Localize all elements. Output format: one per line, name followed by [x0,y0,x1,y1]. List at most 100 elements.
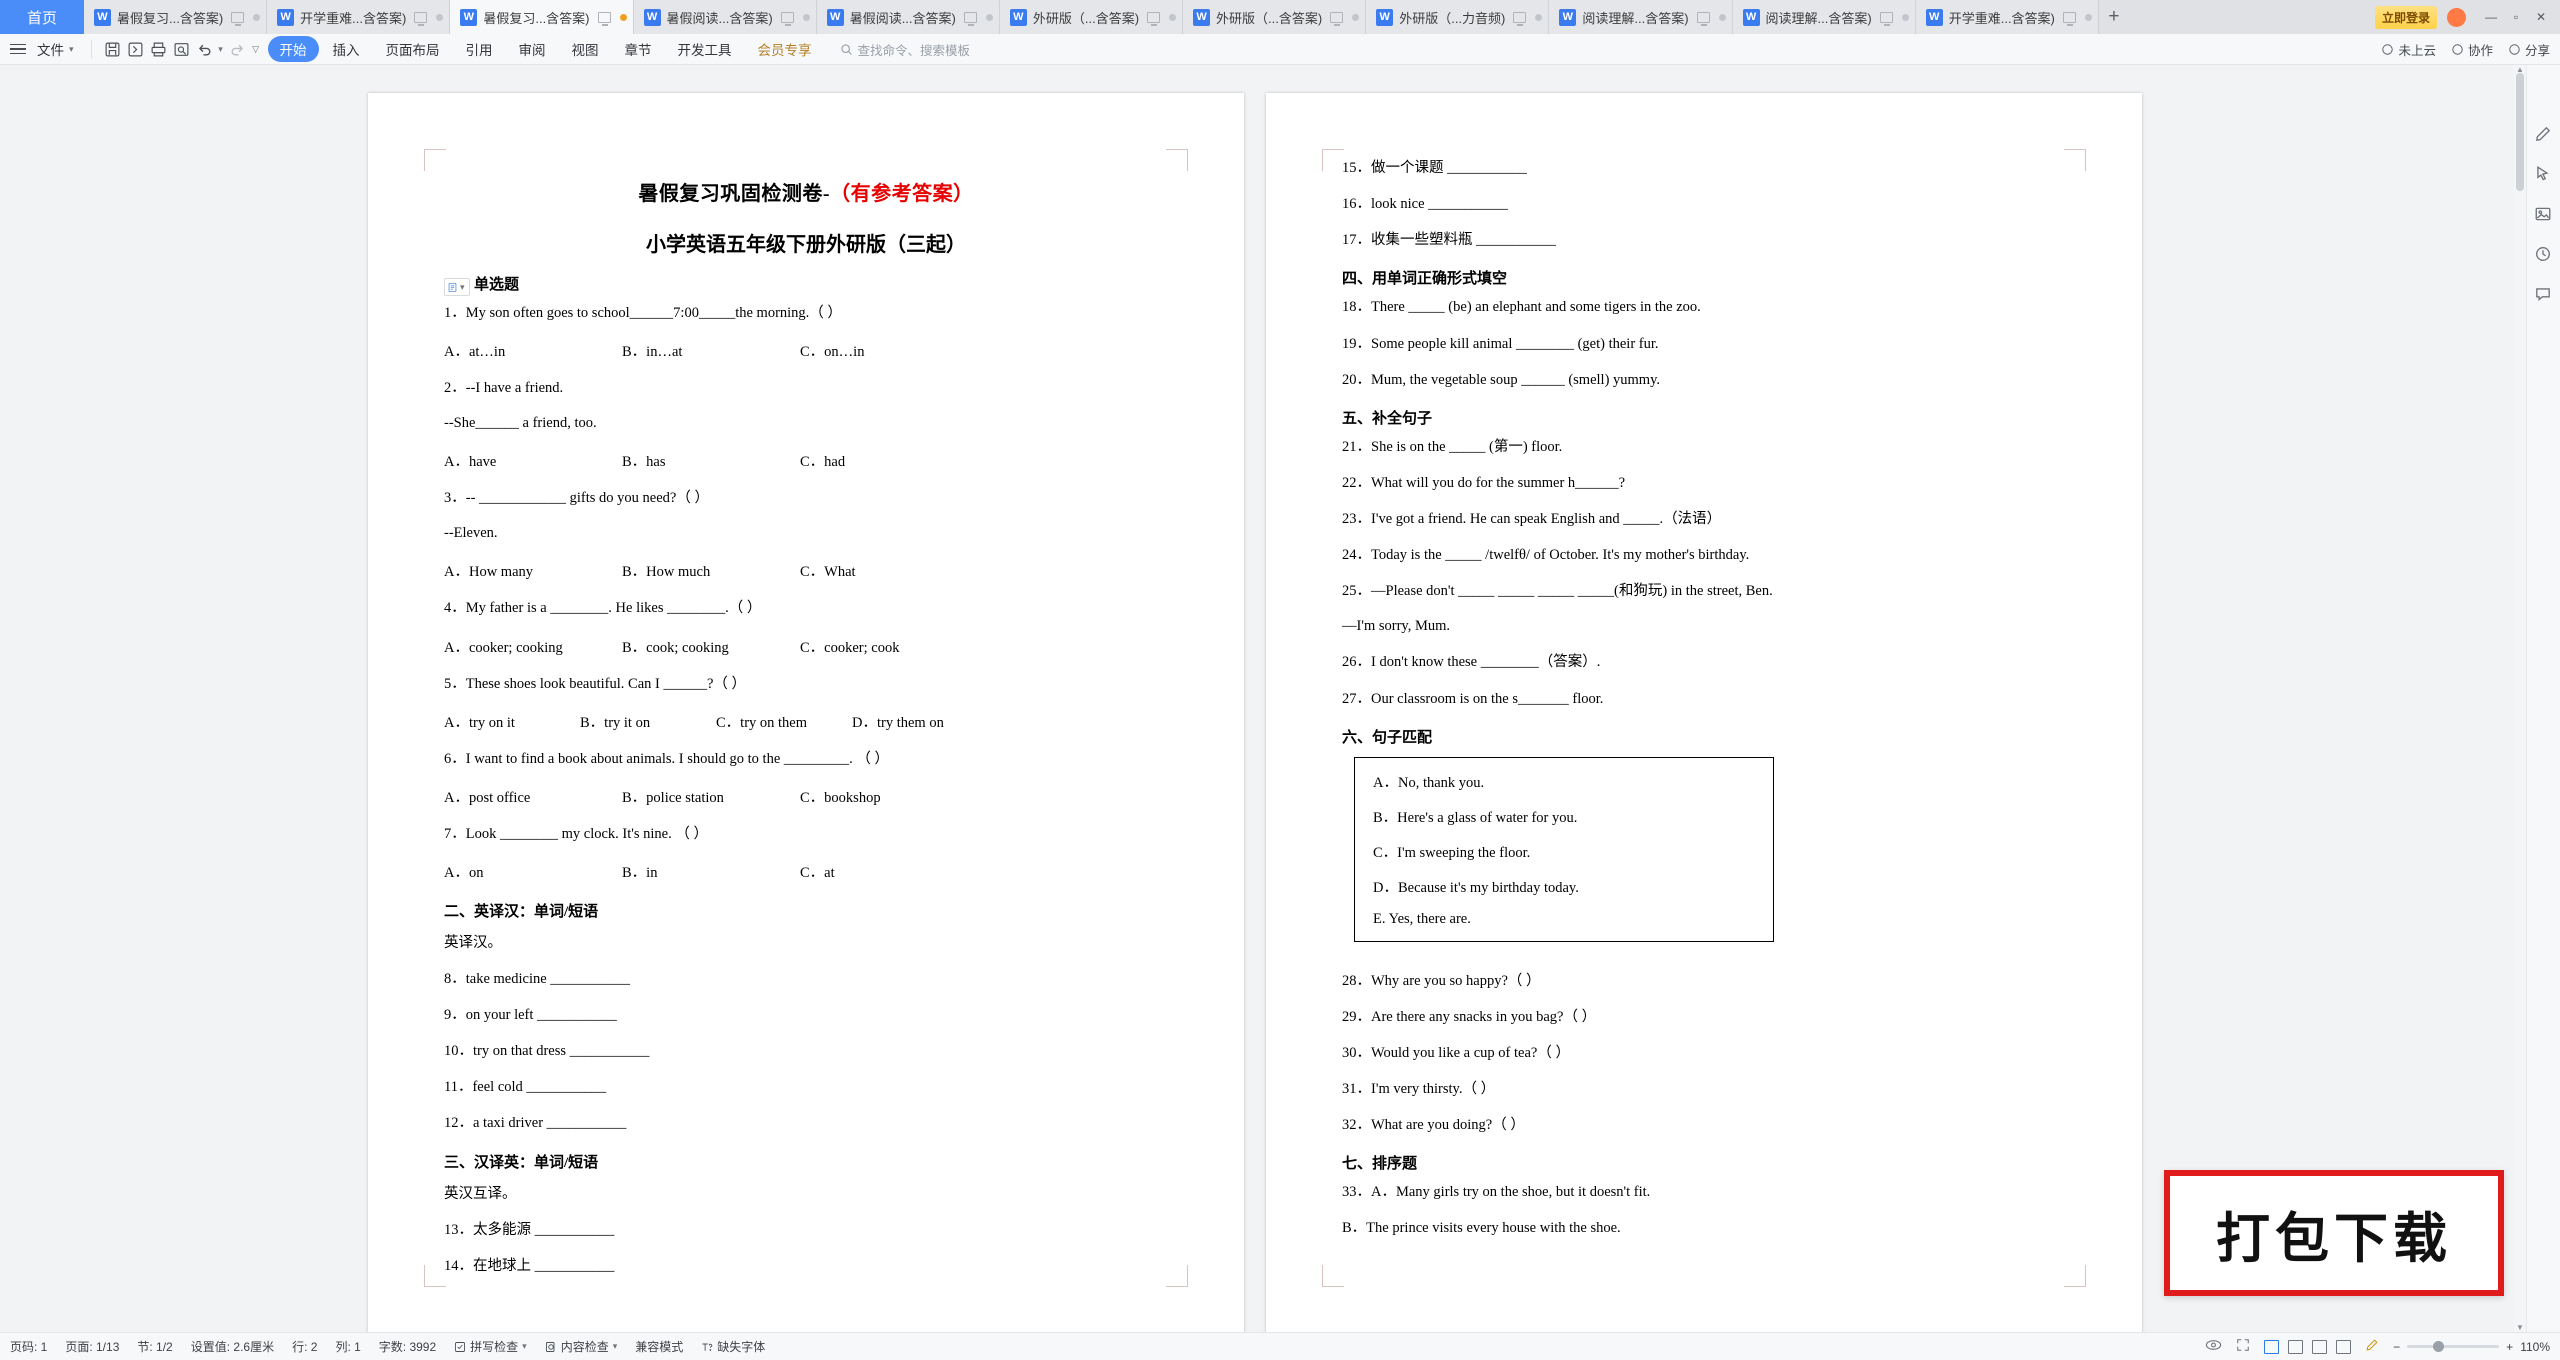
monitor-icon[interactable] [963,11,977,26]
home-tab[interactable]: 首页 [0,0,84,34]
content-check-toggle[interactable]: 内容检查 ▾ [545,1338,617,1355]
redo-icon[interactable] [226,38,249,61]
document-tab-3[interactable]: W 暑假阅读...含答案) [633,0,817,34]
answer-options: A．post office B．police station C．bookshop [444,786,1170,807]
document-tab-10[interactable]: W 开学重难...含答案) [1915,0,2099,34]
monitor-icon[interactable] [597,11,611,26]
right-tool-rail [2526,65,2560,1332]
ribbon-action-2[interactable]: 分享 [2508,40,2550,59]
file-menu-button[interactable]: 文件 ▾ [10,39,82,59]
missing-font-label: 缺失字体 [717,1340,766,1354]
tab-close-dot-icon[interactable] [1169,13,1177,21]
view-two-page-icon[interactable] [2288,1339,2304,1354]
save-icon[interactable] [101,38,124,61]
edit-pen-icon[interactable] [2534,125,2553,144]
print-icon[interactable] [147,38,170,61]
zoom-out-button[interactable]: − [2393,1340,2400,1354]
page-2[interactable]: 15．做一个课题 ___________ 16．look nice _______… [1266,93,2142,1332]
ribbon-tab-2[interactable]: 页面布局 [374,36,452,62]
search-input[interactable]: 查找命令、搜索模板 [840,40,971,59]
scrollbar-thumb[interactable] [2516,73,2524,191]
new-tab-button[interactable]: + [2099,0,2129,34]
view-outline-icon[interactable] [2336,1339,2352,1354]
tab-close-dot-icon[interactable] [1718,13,1726,21]
zoom-slider-track[interactable] [2407,1341,2500,1352]
tab-close-dot-icon[interactable] [802,13,810,21]
scroll-up-button[interactable]: ▲ [2514,65,2526,74]
question-line: 12．a taxi driver ___________ [444,1115,627,1132]
document-tab-7[interactable]: W 外研版（...力音频) [1366,0,1550,34]
tab-close-dot-icon[interactable] [1352,13,1360,21]
monitor-icon[interactable] [414,11,428,26]
document-tab-8[interactable]: W 阅读理解...含答案) [1549,0,1733,34]
minimize-icon[interactable]: — [2480,6,2502,28]
ribbon-tab-3[interactable]: 引用 [454,36,505,62]
document-tab-6[interactable]: W 外研版（...含答案) [1183,0,1367,34]
close-icon[interactable]: ✕ [2530,6,2552,28]
spellcheck-toggle[interactable]: 拼写检查 ▾ [454,1338,527,1355]
ribbon-tab-0[interactable]: 开始 [267,36,319,62]
comment-icon[interactable] [2534,285,2553,304]
tab-close-dot-icon[interactable] [1901,13,1909,21]
undo-icon[interactable] [193,38,216,61]
missing-font-button[interactable]: 缺失字体 [701,1338,765,1355]
monitor-icon[interactable] [780,11,794,26]
document-canvas[interactable]: 暑假复习巩固检测卷-（有参考答案） 小学英语五年级下册外研版（三起） 一、单选题… [0,65,2560,1332]
ink-pen-icon[interactable] [2365,1338,2379,1355]
login-button[interactable]: 立即登录 [2374,5,2437,29]
ribbon-tab-1[interactable]: 插入 [321,36,372,62]
ribbon-tab-8[interactable]: 会员专享 [746,36,824,62]
customize-quick-access-icon[interactable]: ▽ [249,38,263,61]
view-print-layout-icon[interactable] [2264,1339,2280,1354]
monitor-icon[interactable] [1879,11,1893,26]
vertical-scrollbar[interactable] [2514,65,2526,1332]
cursor-select-icon[interactable] [2534,165,2553,184]
menu-icon [10,43,26,55]
section-heading: 六、句子匹配 [1342,729,1433,746]
print-preview-icon[interactable] [170,38,193,61]
tab-close-dot-icon[interactable] [1535,13,1543,21]
page-1[interactable]: 暑假复习巩固检测卷-（有参考答案） 小学英语五年级下册外研版（三起） 一、单选题… [368,93,1244,1332]
document-tab-0[interactable]: W 暑假复习...含答案) [84,0,268,34]
ribbon-action-0[interactable]: 未上云 [2381,40,2436,59]
zoom-control[interactable]: − + 110% [2393,1340,2550,1354]
ribbon-tab-5[interactable]: 视图 [560,36,611,62]
ribbon-tab-6[interactable]: 章节 [613,36,664,62]
tab-close-dot-icon[interactable] [2084,13,2092,21]
ribbon-action-1[interactable]: 协作 [2451,40,2493,59]
save-as-icon[interactable] [124,38,147,61]
question-line: 15．做一个课题 ___________ [1342,160,1527,176]
view-web-layout-icon[interactable] [2312,1339,2328,1354]
avatar[interactable] [2447,7,2466,27]
ribbon-tab-4[interactable]: 审阅 [507,36,558,62]
monitor-icon[interactable] [231,11,245,26]
search-placeholder: 查找命令、搜索模板 [857,43,971,58]
paste-options-icon[interactable]: ▾ [444,278,470,296]
insert-image-icon[interactable] [2534,205,2553,224]
read-mode-icon[interactable] [2205,1338,2222,1355]
document-tab-4[interactable]: W 暑假阅读...含答案) [816,0,1000,34]
monitor-icon[interactable] [1330,11,1344,26]
monitor-icon[interactable] [1147,11,1161,26]
tab-close-dot-icon[interactable] [253,13,261,21]
monitor-icon[interactable] [1513,11,1527,26]
tab-close-dot-icon[interactable] [619,13,627,21]
zoom-slider-knob[interactable] [2433,1341,2445,1352]
maximize-icon[interactable]: ▫ [2505,6,2527,28]
zoom-in-button[interactable]: + [2506,1340,2513,1354]
option-c: C．cooker; cook [800,639,900,656]
ribbon-tab-7[interactable]: 开发工具 [666,36,744,62]
history-icon[interactable] [2534,245,2553,264]
document-tab-5[interactable]: W 外研版（...含答案) [999,0,1184,34]
fullscreen-icon[interactable] [2236,1338,2250,1355]
tab-close-dot-icon[interactable] [985,13,993,21]
zoom-level-label[interactable]: 110% [2520,1340,2550,1354]
document-tab-1[interactable]: W 开学重难...含答案) [267,0,451,34]
monitor-icon[interactable] [2062,11,2076,26]
scroll-down-button[interactable]: ▼ [2514,1323,2526,1332]
document-tab-9[interactable]: W 阅读理解...含答案) [1732,0,1916,34]
monitor-icon[interactable] [1696,11,1710,26]
undo-dropdown-icon[interactable]: ▾ [216,38,226,61]
document-tab-2[interactable]: W 暑假复习...含答案) [450,0,634,34]
tab-close-dot-icon[interactable] [436,13,444,21]
